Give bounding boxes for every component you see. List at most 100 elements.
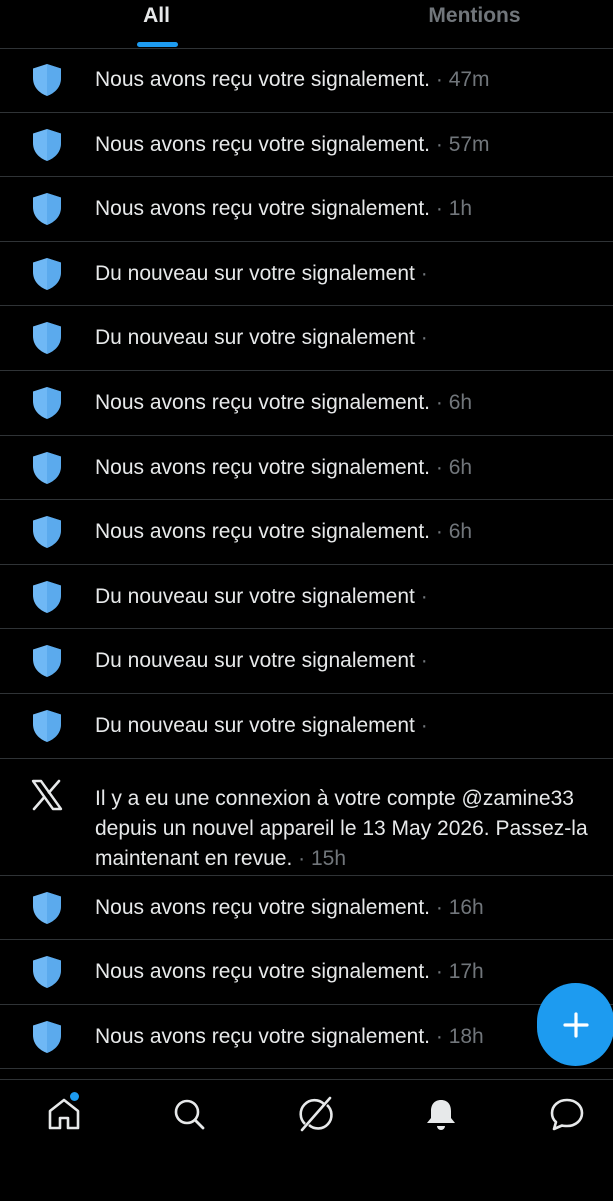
shield-icon <box>31 709 63 743</box>
separator-dot: · <box>435 960 443 984</box>
nav-messages[interactable] <box>547 1094 587 1134</box>
separator-dot: · <box>420 649 428 673</box>
separator-dot: · <box>435 895 443 919</box>
compose-button[interactable] <box>537 983 613 1066</box>
notification-text: Du nouveau sur votre signalement · <box>95 711 599 741</box>
notification-message: Du nouveau sur votre signalement <box>95 649 415 673</box>
separator-dot: · <box>435 197 443 221</box>
nav-notifications[interactable] <box>421 1094 461 1134</box>
home-icon <box>48 1098 80 1130</box>
notification-message: Du nouveau sur votre signalement <box>95 584 415 608</box>
notification-timestamp: 57m <box>448 132 490 156</box>
separator-dot: · <box>420 713 428 737</box>
x-logo-icon <box>30 779 64 811</box>
notification-text: Nous avons reçu votre signalement. · 57m <box>95 130 599 160</box>
tab-all[interactable]: All <box>0 0 313 48</box>
notification-row[interactable]: Nous avons reçu votre signalement. · 6h <box>0 371 613 436</box>
notification-timestamp: 6h <box>448 455 473 479</box>
separator-dot: · <box>435 68 443 91</box>
notification-message: Nous avons reçu votre signalement. <box>95 68 431 91</box>
separator-dot: · <box>298 846 306 870</box>
messages-icon <box>550 1098 584 1131</box>
separator-dot: · <box>435 455 443 479</box>
notification-row[interactable]: Nous avons reçu votre signalement. · 57m <box>0 113 613 178</box>
notification-timestamp: 47m <box>448 68 490 91</box>
shield-icon <box>31 451 63 485</box>
notification-message: Du nouveau sur votre signalement <box>95 326 415 350</box>
notification-text: Nous avons reçu votre signalement. · 6h <box>95 388 599 418</box>
notification-text: Du nouveau sur votre signalement · <box>95 646 599 676</box>
shield-icon <box>31 192 63 226</box>
notification-message: Du nouveau sur votre signalement <box>95 713 415 737</box>
notification-message: Nous avons reçu votre signalement. <box>95 455 431 479</box>
notification-timestamp: 16h <box>448 895 484 919</box>
notification-message: Nous avons reçu votre signalement. <box>95 895 431 919</box>
notification-text: Il y a eu une connexion à votre compte @… <box>95 784 599 874</box>
notification-timestamp: 15h <box>310 846 347 870</box>
nav-home[interactable] <box>44 1094 84 1134</box>
notification-row[interactable]: Du nouveau sur votre signalement · <box>0 694 613 759</box>
notification-message: Nous avons reçu votre signalement. <box>95 390 431 414</box>
shield-icon <box>31 955 63 989</box>
notification-timestamp: 6h <box>448 390 473 414</box>
notification-row[interactable]: Nous avons reçu votre signalement. · 18h <box>0 1005 613 1070</box>
notification-row[interactable]: Nous avons reçu votre signalement. · 16h <box>0 876 613 941</box>
notification-message: Du nouveau sur votre signalement <box>95 261 415 285</box>
shield-icon <box>31 891 63 925</box>
notification-text: Nous avons reçu votre signalement. · 1h <box>95 194 599 224</box>
notification-row[interactable]: Il y a eu une connexion à votre compte @… <box>0 759 613 876</box>
notification-row[interactable]: Nous avons reçu votre signalement. · 1h <box>0 177 613 242</box>
notification-timestamp: 18h <box>448 1024 484 1048</box>
separator-dot: · <box>435 1024 443 1048</box>
plus-icon <box>563 1012 589 1038</box>
active-tab-indicator <box>137 42 178 47</box>
notification-text: Du nouveau sur votre signalement · <box>95 259 599 289</box>
notification-row[interactable]: Nous avons reçu votre signalement. · 17h <box>0 940 613 1005</box>
notification-row[interactable]: Du nouveau sur votre signalement · <box>0 629 613 694</box>
notification-text: Nous avons reçu votre signalement. · 6h <box>95 517 599 547</box>
notification-text: Nous avons reçu votre signalement. · 17h <box>95 957 599 987</box>
notification-message: Nous avons reçu votre signalement. <box>95 960 431 984</box>
notification-row[interactable]: Du nouveau sur votre signalement · <box>0 242 613 307</box>
shield-icon <box>31 128 63 162</box>
notification-message: Nous avons reçu votre signalement. <box>95 1024 431 1048</box>
separator-dot: · <box>420 261 428 285</box>
separator-dot: · <box>435 390 443 414</box>
notification-text: Nous avons reçu votre signalement. · 47m <box>95 65 599 95</box>
shield-icon <box>31 63 63 97</box>
nav-search[interactable] <box>169 1094 209 1134</box>
notification-text: Nous avons reçu votre signalement. · 18h <box>95 1022 599 1052</box>
separator-dot: · <box>435 132 443 156</box>
notification-message: Nous avons reçu votre signalement. <box>95 520 431 544</box>
shield-icon <box>31 321 63 355</box>
bottom-navigation <box>0 1079 613 1201</box>
home-notification-dot <box>70 1092 79 1101</box>
shield-icon <box>31 1020 63 1054</box>
notification-message: Nous avons reçu votre signalement. <box>95 132 431 156</box>
nav-grok[interactable] <box>296 1094 336 1134</box>
grok-icon <box>299 1096 333 1132</box>
tab-bar: All Mentions <box>0 0 613 49</box>
notification-text: Du nouveau sur votre signalement · <box>95 323 599 353</box>
separator-dot: · <box>420 326 428 350</box>
shield-icon <box>31 580 63 614</box>
separator-dot: · <box>435 520 443 544</box>
notification-row[interactable]: Du nouveau sur votre signalement · <box>0 565 613 630</box>
separator-dot: · <box>420 584 428 608</box>
notification-row[interactable]: Nous avons reçu votre signalement. · 6h <box>0 500 613 565</box>
notification-message: Nous avons reçu votre signalement. <box>95 197 431 221</box>
shield-icon <box>31 515 63 549</box>
notification-timestamp: 6h <box>448 520 473 544</box>
shield-icon <box>31 644 63 678</box>
bell-icon <box>427 1100 455 1130</box>
notification-text: Nous avons reçu votre signalement. · 16h <box>95 893 599 923</box>
shield-icon <box>31 257 63 291</box>
notification-row[interactable]: Du nouveau sur votre signalement · <box>0 306 613 371</box>
notification-row[interactable]: Nous avons reçu votre signalement. · 6h <box>0 436 613 501</box>
notification-row[interactable]: Nous avons reçu votre signalement. · 47m <box>0 48 613 113</box>
notification-timestamp: 17h <box>448 960 484 984</box>
notification-list: Nous avons reçu votre signalement. · 47m… <box>0 48 613 1070</box>
notification-timestamp: 1h <box>448 197 473 221</box>
notification-text: Nous avons reçu votre signalement. · 6h <box>95 453 599 483</box>
tab-mentions[interactable]: Mentions <box>336 0 613 48</box>
